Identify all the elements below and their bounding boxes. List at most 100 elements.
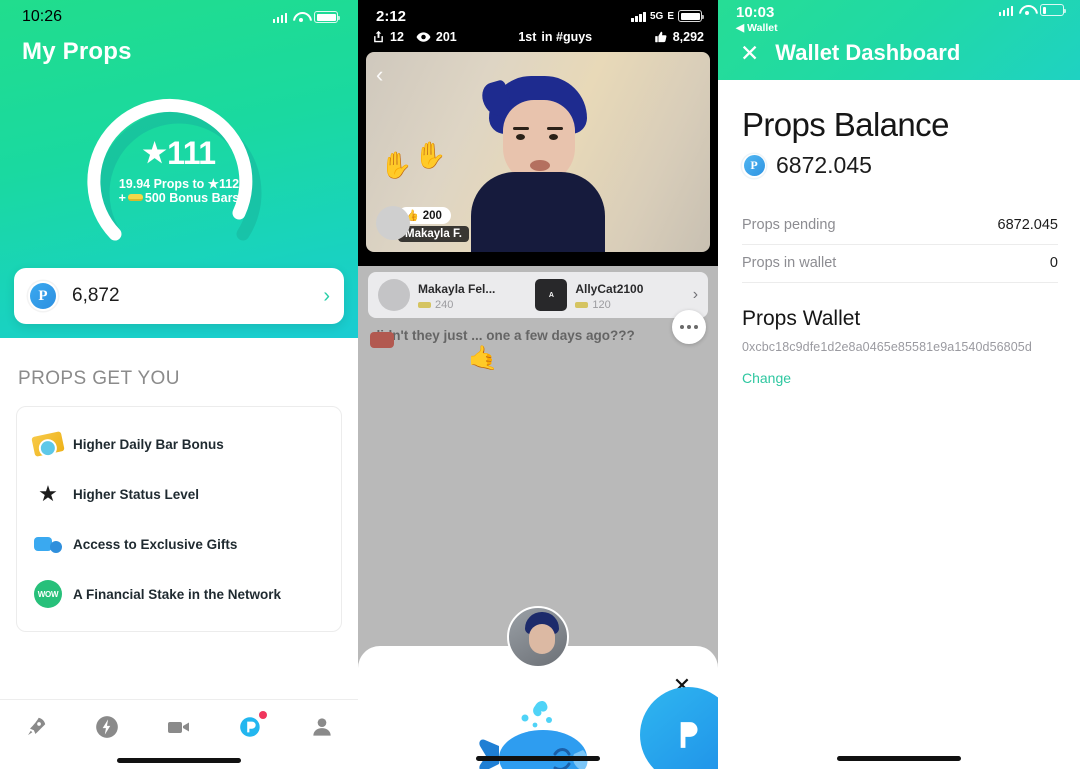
guests-strip[interactable]: Makayla Fel... 240 A AllyCat2100 120 ›	[368, 272, 708, 318]
hand-emoji-icon: ✋	[414, 140, 447, 170]
change-wallet-link[interactable]: Change	[742, 370, 791, 386]
battery-icon	[314, 11, 340, 23]
wow-badge-icon: WOW	[31, 577, 65, 611]
home-indicator	[117, 758, 241, 763]
gift-detail-sheet: ✕ Whale	[358, 606, 718, 769]
tab-profile[interactable]	[305, 710, 339, 744]
star-icon: ★	[142, 137, 167, 168]
live-video-player[interactable]: ‹ ✋ ✋ 👍 200 Makayla F.	[366, 52, 710, 252]
hand-emoji-icon: ✋	[380, 150, 413, 180]
more-options-button[interactable]	[672, 310, 706, 344]
wallet-header: 10:03 ◀ Wallet ✕ Wallet Dashboard	[718, 0, 1080, 80]
tab-props[interactable]	[234, 710, 268, 744]
gauge-level-value: 111	[167, 134, 216, 171]
comment-text: didn't they just ... one a few days ago?…	[372, 328, 635, 343]
chevron-right-icon[interactable]: ›	[323, 285, 330, 308]
status-time: 10:03	[736, 4, 775, 21]
guest-item[interactable]: A AllyCat2100 120	[535, 279, 692, 311]
home-indicator	[476, 756, 600, 761]
guest-bars-value: 240	[435, 298, 454, 311]
wifi-icon	[293, 12, 308, 23]
list-item: Props pending 6872.045	[742, 207, 1058, 245]
status-indicators	[272, 11, 340, 23]
gauge-progress-line2: + 500 Bonus Bars	[119, 191, 240, 205]
back-chevron-icon[interactable]: ‹	[376, 62, 383, 88]
guest-bars: 240	[418, 299, 495, 311]
status-time: 10:26	[22, 8, 63, 25]
props-logo-icon: P	[28, 281, 58, 311]
view-count: 201	[435, 30, 457, 44]
home-indicator	[837, 756, 961, 761]
gauge-level: ★ 111	[142, 134, 216, 172]
props-balance-card[interactable]: P 6,872 ›	[14, 268, 344, 324]
like-stat[interactable]: 8,292	[654, 30, 704, 44]
like-count: 8,292	[672, 30, 704, 44]
star-icon: ★	[38, 481, 58, 506]
cash-bonus-icon	[31, 427, 65, 461]
tab-bolt[interactable]	[90, 710, 124, 744]
list-item: Props in wallet 0	[742, 245, 1058, 283]
panel-wallet-dashboard: 10:03 ◀ Wallet ✕ Wallet Dashboard Props	[718, 0, 1080, 769]
tab-video[interactable]	[162, 710, 196, 744]
guest-name: Makayla Fel...	[418, 281, 496, 296]
signal-bars-icon	[631, 11, 646, 22]
viewer-avatar	[376, 206, 410, 240]
share-count: 12	[390, 30, 404, 44]
perk-row: ★ Higher Status Level	[17, 469, 341, 519]
balance-breakdown-list: Props pending 6872.045 Props in wallet 0	[742, 207, 1058, 283]
guest-bars-value: 120	[592, 298, 611, 311]
streamer-avatar[interactable]	[507, 606, 569, 668]
share-stat[interactable]: 12	[372, 30, 404, 44]
back-to-app-link[interactable]: ◀ Wallet	[736, 22, 778, 34]
row-value: 6872.045	[997, 217, 1058, 233]
signal-bars-icon	[272, 12, 287, 23]
three-phone-screenshots: 10:26 My Props ★ 111 19.94 Props to ★112…	[0, 0, 1080, 769]
network-suffix: E	[667, 10, 674, 22]
plus-sign: +	[118, 190, 126, 205]
my-props-hero: 10:26 My Props ★ 111 19.94 Props to ★112…	[0, 0, 358, 338]
perk-row: WOW A Financial Stake in the Network	[17, 569, 341, 619]
status-indicators: 5G E	[631, 10, 704, 22]
props-balance-value: 6,872	[72, 285, 120, 306]
more-dots-icon	[680, 325, 684, 329]
props-logo-glyph: P	[30, 283, 56, 309]
balance-value: 6872.045	[776, 152, 872, 178]
wallet-address: 0xcbc18c9dfe1d2e8a0465e85581e9a1540d5680…	[742, 340, 1032, 354]
page-title: Wallet Dashboard	[775, 40, 961, 65]
more-dots-icon	[694, 325, 698, 329]
status-time: 2:12	[376, 7, 407, 25]
rank-category: in #guys	[541, 30, 593, 44]
gauge-center-labels: ★ 111 19.94 Props to ★112 + 500 Bonus Bar…	[0, 82, 358, 257]
perk-label: A Financial Stake in the Network	[73, 586, 282, 602]
wallet-section-title: Props Wallet	[742, 307, 861, 330]
rank-label: 1st	[518, 30, 537, 44]
network-label: 5G	[649, 10, 664, 22]
props-benefits-section: PROPS GET YOU Higher Daily Bar Bonus ★ H…	[0, 338, 358, 632]
battery-icon	[1040, 4, 1066, 16]
props-logo-glyph: P	[743, 155, 765, 176]
wow-badge-text: WOW	[34, 580, 62, 608]
guest-item[interactable]: Makayla Fel... 240	[378, 279, 535, 311]
props-logo-icon	[680, 722, 698, 748]
bars-chip-icon	[127, 194, 143, 201]
tab-rocket[interactable]	[19, 710, 53, 744]
eye-icon	[416, 32, 431, 42]
chevron-right-icon[interactable]: ›	[693, 286, 698, 304]
signal-bars-icon	[998, 5, 1013, 16]
props-gauge: ★ 111 19.94 Props to ★112 + 500 Bonus Bar…	[0, 82, 358, 257]
perk-label: Higher Status Level	[73, 486, 200, 502]
gift-icon	[31, 527, 65, 561]
status-bar: 10:26	[0, 0, 358, 26]
perk-label: Access to Exclusive Gifts	[73, 536, 238, 552]
person-icon	[313, 717, 331, 736]
bars-chip-icon	[418, 301, 431, 308]
wallet-body: Props Balance P 6872.045 Props pending 6…	[718, 80, 1080, 388]
bonus-bars-label: 500 Bonus Bars	[144, 190, 240, 205]
thumbs-up-icon	[654, 31, 667, 43]
close-icon[interactable]: ✕	[740, 41, 759, 65]
stream-lower-area: Makayla Fel... 240 A AllyCat2100 120 › d…	[358, 266, 718, 769]
chat-comment: didn't they just ... one a few days ago?…	[370, 326, 658, 348]
back-label: Wallet	[747, 22, 778, 34]
streamer-video-figure	[463, 72, 613, 252]
panel-live-stream: 2:12 5G E 12 201 1st in #guys 8,292 ‹ ✋ …	[358, 0, 718, 769]
